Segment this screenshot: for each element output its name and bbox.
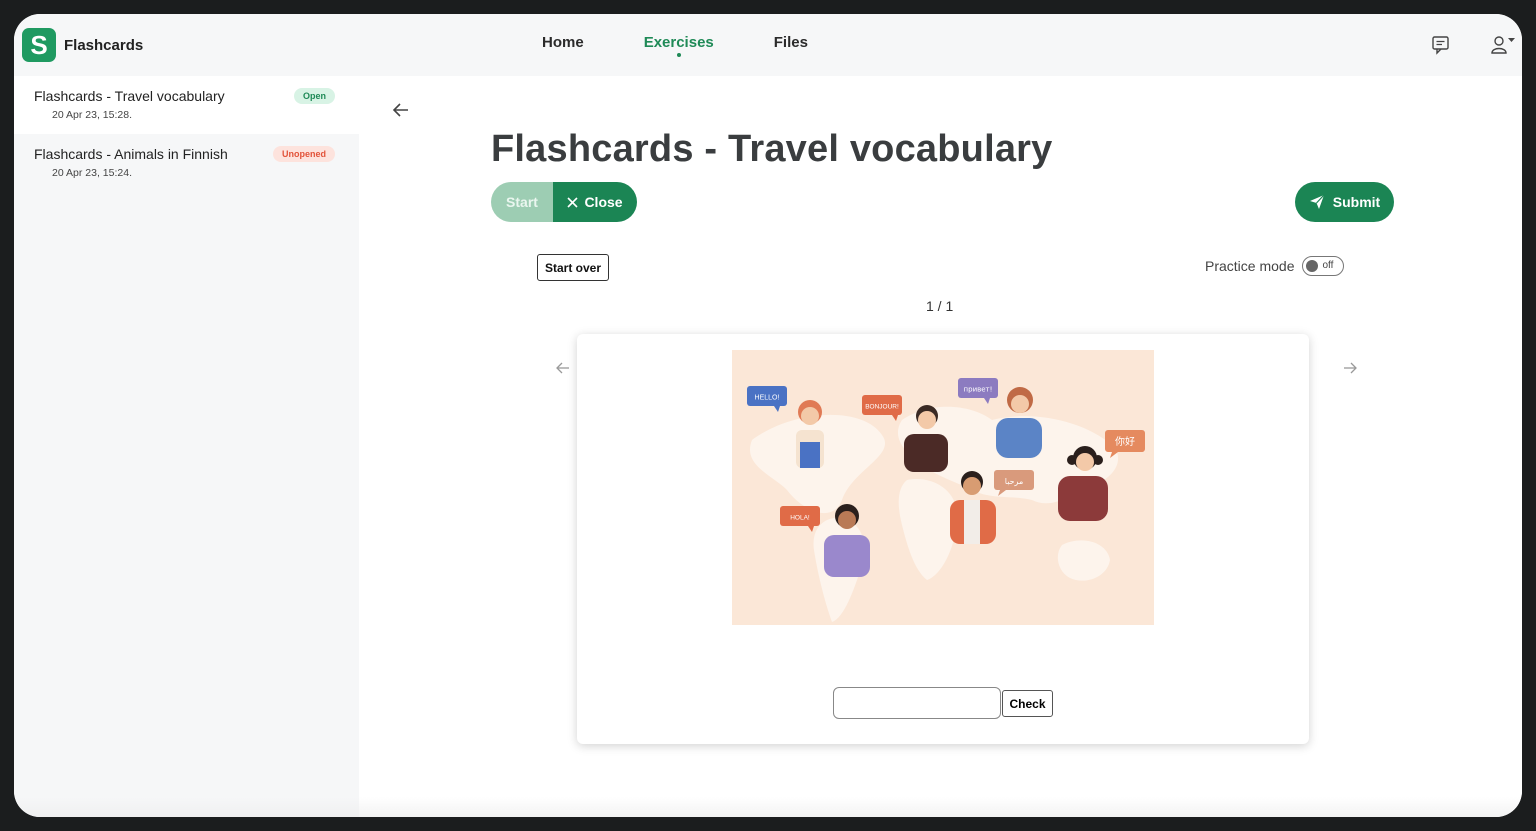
close-icon [567,196,579,208]
nav-files[interactable]: Files [774,34,808,51]
sidebar-item-travel-vocabulary[interactable]: Flashcards - Travel vocabulary 20 Apr 23… [14,76,359,134]
main-content: Flashcards - Travel vocabulary Start Clo… [359,76,1522,817]
active-indicator [676,53,681,57]
nav-exercises[interactable]: Exercises [643,34,714,57]
exercise-sidebar: Flashcards - Travel vocabulary 20 Apr 23… [14,76,359,817]
start-over-button[interactable]: Start over [537,254,609,281]
status-badge-open: Open [293,88,335,104]
app-logo: S [22,28,56,62]
submit-button[interactable]: Submit [1295,182,1394,222]
status-badge-unopened: Unopened [273,146,335,162]
sidebar-item-date: 20 Apr 23, 15:28. [52,109,132,121]
answer-input[interactable] [833,687,1001,719]
toggle-knob [1306,260,1319,272]
check-button[interactable]: Check [1002,690,1053,717]
start-button[interactable]: Start [491,182,553,222]
page-title: Flashcards - Travel vocabulary [491,128,1053,170]
bubble-text: HELLO! [755,395,780,402]
user-menu-icon[interactable] [1490,34,1516,56]
practice-mode-label: Practice mode [1205,258,1295,274]
sidebar-item-animals-in-finnish[interactable]: Flashcards - Animals in Finnish 20 Apr 2… [14,134,359,192]
close-button-label: Close [584,194,623,210]
app-window: S Flashcards Home Exercises Files Flashc… [14,14,1522,817]
bubble-text: привет! [964,386,993,394]
brand[interactable]: S Flashcards [22,28,143,62]
bottom-fade [14,797,1522,817]
close-button[interactable]: Close [553,182,637,222]
bubble-text: 你好 [1115,435,1135,448]
send-icon [1309,194,1325,209]
bubble-text: مرحبا [1005,477,1024,486]
practice-mode: Practice mode off [1205,256,1345,276]
greetings-world-map-image: HELLO! BONJOUR! привет! 你好 HOLA! مرحبا [747,378,1145,622]
flashcard-illustration: HELLO! BONJOUR! привет! 你好 HOLA! مرحبا [732,350,1154,625]
previous-card-arrow-icon[interactable] [555,360,571,376]
main-nav: Home Exercises Files [542,34,868,57]
card-counter: 1 / 1 [926,298,954,314]
nav-home[interactable]: Home [542,34,584,51]
practice-mode-toggle[interactable]: off [1302,256,1345,276]
bubble-text: BONJOUR! [865,404,899,411]
app-name: Flashcards [64,36,144,54]
back-arrow-icon[interactable] [391,100,411,120]
flashcard: HELLO! BONJOUR! привет! 你好 HOLA! مرحبا C… [577,334,1309,744]
nav-exercises-label: Exercises [643,34,714,51]
toggle-state-text: off [1322,260,1334,271]
start-close-button-group: Start Close [491,182,637,222]
next-card-arrow-icon[interactable] [1342,360,1358,376]
bubble-text: HOLA! [790,515,810,522]
top-navigation-bar: S Flashcards Home Exercises Files [14,14,1522,76]
comment-icon[interactable] [1430,34,1452,56]
submit-button-label: Submit [1332,194,1381,210]
sidebar-item-date: 20 Apr 23, 15:24. [52,167,132,179]
